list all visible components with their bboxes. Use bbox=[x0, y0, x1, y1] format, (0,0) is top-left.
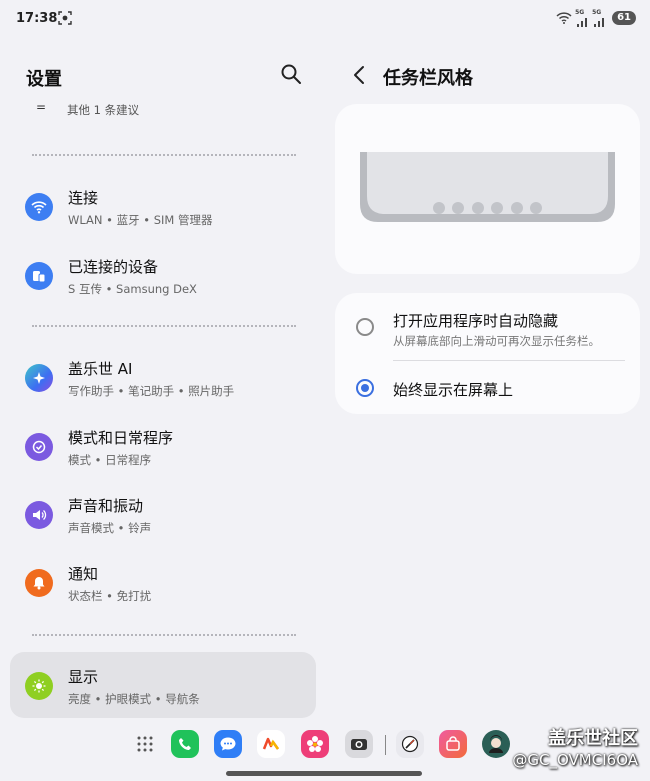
settings-panel: 设置 = 其他 1 条建议 连接 WLAN • 蓝牙 • SIM 管理器 已连接… bbox=[0, 38, 324, 781]
item-title: 盖乐世 AI bbox=[68, 360, 133, 378]
network-type-1: 5G bbox=[575, 9, 585, 16]
settings-item-connected-devices[interactable]: 已连接的设备 S 互传 • Samsung DeX bbox=[10, 242, 316, 308]
signal-icon: 5G bbox=[592, 9, 606, 27]
item-subtitle: 写作助手 • 笔记助手 • 照片助手 bbox=[68, 384, 235, 398]
status-icons: 5G 5G 61 bbox=[556, 9, 636, 27]
speaker-icon bbox=[25, 501, 53, 529]
battery-indicator: 61 bbox=[612, 11, 636, 25]
divider bbox=[32, 325, 296, 327]
gallery-icon[interactable] bbox=[301, 730, 329, 758]
signal-icon: 5G bbox=[575, 9, 589, 27]
page-title: 设置 bbox=[26, 69, 62, 90]
divider bbox=[32, 154, 296, 156]
settings-item-display[interactable]: 显示 亮度 • 护眼模式 • 导航条 bbox=[10, 652, 316, 718]
home-indicator[interactable] bbox=[226, 771, 422, 776]
option-title[interactable]: 始终显示在屏幕上 bbox=[393, 379, 513, 400]
item-title: 显示 bbox=[68, 668, 99, 686]
suggestion-icon: = bbox=[36, 100, 47, 114]
item-title: 已连接的设备 bbox=[68, 258, 159, 276]
item-title: 连接 bbox=[68, 189, 99, 207]
devices-icon bbox=[25, 262, 53, 290]
item-subtitle: 状态栏 • 免打扰 bbox=[68, 589, 152, 603]
search-icon[interactable] bbox=[280, 63, 302, 85]
divider bbox=[393, 360, 625, 361]
option-title[interactable]: 打开应用程序时自动隐藏 bbox=[393, 310, 558, 331]
settings-item-connections[interactable]: 连接 WLAN • 蓝牙 • SIM 管理器 bbox=[10, 173, 316, 239]
option-subtitle: 从屏幕底部向上滑动可再次显示任务栏。 bbox=[393, 334, 600, 348]
apps-grid-icon[interactable] bbox=[131, 730, 159, 758]
camera-icon[interactable] bbox=[345, 730, 373, 758]
network-type-2: 5G bbox=[592, 9, 602, 16]
item-subtitle: 模式 • 日常程序 bbox=[68, 453, 152, 467]
back-icon[interactable] bbox=[350, 63, 370, 87]
wifi-icon bbox=[25, 193, 53, 221]
messages-icon[interactable] bbox=[214, 730, 242, 758]
watermark-handle: @GC_OVMCI6OA bbox=[512, 751, 638, 769]
status-time: 17:38 bbox=[16, 11, 58, 26]
sun-icon bbox=[25, 672, 53, 700]
taskbar-style-panel: 任务栏风格 打开应用程序时自动隐藏 从屏幕底部向上滑动可再次显示任务栏。 始终显… bbox=[324, 38, 650, 781]
settings-item-galaxy-ai[interactable]: 盖乐世 AI 写作助手 • 笔记助手 • 照片助手 bbox=[10, 344, 316, 410]
item-title: 模式和日常程序 bbox=[68, 429, 174, 447]
suggestion-link[interactable]: 其他 1 条建议 bbox=[67, 102, 139, 118]
watermark-title: 盖乐世社区 bbox=[548, 728, 638, 749]
item-subtitle: 亮度 • 护眼模式 • 导航条 bbox=[68, 692, 200, 706]
phone-icon[interactable] bbox=[171, 730, 199, 758]
sparkle-icon bbox=[25, 364, 53, 392]
item-title: 声音和振动 bbox=[68, 497, 144, 515]
auto-hide-radio[interactable] bbox=[356, 318, 374, 336]
item-title: 通知 bbox=[68, 565, 99, 583]
taskbar-dock: 盖乐世社区 @GC_OVMCI6OA bbox=[0, 720, 650, 781]
item-subtitle: S 互传 • Samsung DeX bbox=[68, 282, 197, 296]
bell-icon bbox=[25, 569, 53, 597]
item-subtitle: WLAN • 蓝牙 • SIM 管理器 bbox=[68, 213, 213, 227]
taskbar-options: 打开应用程序时自动隐藏 从屏幕底部向上滑动可再次显示任务栏。 始终显示在屏幕上 bbox=[335, 293, 640, 414]
taskbar-preview-illustration bbox=[360, 152, 615, 222]
check-circle-icon bbox=[25, 433, 53, 461]
status-bar: 17:38 5G 5G 61 bbox=[0, 0, 650, 38]
page-title: 任务栏风格 bbox=[383, 68, 473, 89]
always-show-radio[interactable] bbox=[356, 379, 374, 397]
settings-item-modes[interactable]: 模式和日常程序 模式 • 日常程序 bbox=[10, 413, 316, 479]
divider bbox=[32, 634, 296, 636]
screenshot-icon bbox=[58, 11, 72, 25]
avatar-icon[interactable] bbox=[482, 730, 510, 758]
settings-item-notifications[interactable]: 通知 状态栏 • 免打扰 bbox=[10, 549, 316, 615]
app-store-icon[interactable] bbox=[257, 730, 285, 758]
dock-divider bbox=[385, 735, 386, 755]
shop-icon[interactable] bbox=[439, 730, 467, 758]
settings-item-sounds[interactable]: 声音和振动 声音模式 • 铃声 bbox=[10, 481, 316, 547]
clock-icon[interactable] bbox=[396, 730, 424, 758]
wifi-status-icon bbox=[556, 12, 572, 24]
taskbar-preview bbox=[335, 104, 640, 274]
item-subtitle: 声音模式 • 铃声 bbox=[68, 521, 152, 535]
